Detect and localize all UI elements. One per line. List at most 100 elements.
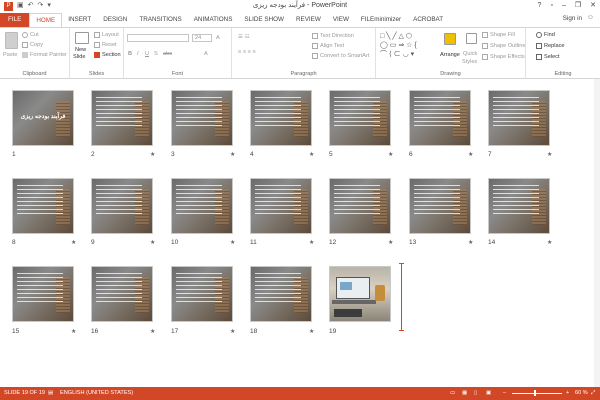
layout-button[interactable]: Layout <box>94 31 119 39</box>
tab-file[interactable]: FILE <box>0 13 30 27</box>
italic-button[interactable]: I <box>137 50 139 58</box>
font-name-field[interactable] <box>127 34 189 42</box>
bullets-icon[interactable]: ☰ ☷ <box>238 33 250 41</box>
slide-thumbnail-2[interactable] <box>91 90 153 146</box>
normal-view-icon[interactable]: ▭ <box>450 390 455 396</box>
spell-check-icon[interactable]: ▤ <box>48 390 53 396</box>
slide-thumbnail-5[interactable] <box>329 90 391 146</box>
tab-fileminimizer[interactable]: FILEminimizer <box>355 13 407 27</box>
font-size-field[interactable]: 24 <box>192 34 212 42</box>
slide-number: 19 <box>329 328 337 335</box>
format-painter-label: Format Painter <box>30 52 67 58</box>
quick-styles-icon[interactable] <box>466 33 477 44</box>
slide-thumbnail-12[interactable] <box>329 178 391 234</box>
zoom-slider-thumb[interactable] <box>534 390 536 396</box>
tab-view[interactable]: VIEW <box>327 13 355 27</box>
slide-show-icon[interactable]: ▣ <box>486 390 491 396</box>
paste-button[interactable]: Paste <box>3 51 17 59</box>
insertion-marker <box>399 263 404 331</box>
convert-smartart-button[interactable]: Convert to SmartArt <box>312 52 369 60</box>
slide-thumbnail-15[interactable] <box>12 266 74 322</box>
slide-text <box>96 185 142 215</box>
slide-sorter[interactable]: فرآیند بودجه ریزی 1 2 ★ 3 ★ 4 ★ 5 ★ 6 ★ … <box>0 79 600 387</box>
slide-thumbnail-11[interactable] <box>250 178 312 234</box>
slide-thumbnail-7[interactable] <box>488 90 550 146</box>
find-button[interactable]: Find <box>536 31 555 39</box>
zoom-level[interactable]: 60 % <box>575 390 588 396</box>
shape-outline-button[interactable]: Shape Outline <box>482 42 525 50</box>
arrange-button[interactable]: Arrange <box>440 51 460 59</box>
slide-thumbnail-4[interactable] <box>250 90 312 146</box>
slide-thumbnail-6[interactable] <box>409 90 471 146</box>
underline-button[interactable]: U <box>145 50 149 58</box>
slide-text <box>176 273 222 303</box>
slide-thumbnail-17[interactable] <box>171 266 233 322</box>
paste-icon[interactable] <box>5 32 18 49</box>
new-slide-icon[interactable] <box>75 32 89 44</box>
copy-button[interactable]: Copy <box>22 41 43 49</box>
zoom-in-button[interactable]: + <box>566 390 569 396</box>
slide-thumbnail-16[interactable] <box>91 266 153 322</box>
shapes-gallery[interactable]: □ ╲ ╱ △ ⬡ ◯ ▭ ⇒ ☆ {⌒ ⟨ ⊂ ◡ ▾ <box>380 32 417 59</box>
font-grow-icon[interactable]: A <box>216 34 220 42</box>
select-button[interactable]: Select <box>536 53 560 61</box>
slide-number: 17 <box>171 328 179 335</box>
quick-styles-button-label2[interactable]: Styles <box>462 58 477 66</box>
zoom-slider-track[interactable] <box>512 393 562 394</box>
slide-thumbnail-9[interactable] <box>91 178 153 234</box>
slide-thumbnail-3[interactable] <box>171 90 233 146</box>
bold-button[interactable]: B <box>128 50 132 58</box>
zoom-out-button[interactable]: – <box>503 390 506 396</box>
strikethrough-button[interactable]: abc <box>163 50 172 58</box>
drawing-label: Drawing <box>440 71 461 77</box>
slide-text <box>414 185 460 215</box>
align-text-button[interactable]: Align Text <box>312 42 344 50</box>
tab-review[interactable]: REVIEW <box>290 13 327 27</box>
slide-thumbnail-14[interactable] <box>488 178 550 234</box>
tab-design[interactable]: DESIGN <box>97 13 133 27</box>
slide-thumbnail-8[interactable] <box>12 178 74 234</box>
vertical-scrollbar[interactable] <box>594 79 600 387</box>
slide-thumbnail-18[interactable] <box>250 266 312 322</box>
align-icons[interactable]: ≡ ≡ ≡ ≡ <box>238 48 256 56</box>
language-indicator[interactable]: ENGLISH (UNITED STATES) <box>60 390 133 396</box>
feedback-smiley-icon[interactable]: ☺ <box>587 14 594 21</box>
font-color-button[interactable]: A <box>204 50 208 58</box>
sign-in-link[interactable]: Sign in <box>563 15 582 22</box>
shape-fill-button[interactable]: Shape Fill <box>482 31 515 39</box>
minimize-button[interactable]: – <box>562 1 566 11</box>
tab-slide-show[interactable]: SLIDE SHOW <box>238 13 290 27</box>
slide-thumbnail-1[interactable]: فرآیند بودجه ریزی <box>12 90 74 146</box>
arrange-icon[interactable] <box>444 33 456 45</box>
tab-transitions[interactable]: TRANSITIONS <box>133 13 187 27</box>
help-button[interactable]: ? <box>538 1 542 11</box>
restore-button[interactable]: ❐ <box>575 1 581 11</box>
transition-star-icon: ★ <box>388 152 394 158</box>
section-button[interactable]: Section <box>94 51 121 59</box>
slide-thumbnail-13[interactable] <box>409 178 471 234</box>
cut-button[interactable]: Cut <box>22 31 39 39</box>
tab-acrobat[interactable]: ACROBAT <box>407 13 449 27</box>
shadow-button[interactable]: S <box>154 50 158 58</box>
fit-to-window-icon[interactable]: ⤢ <box>591 390 595 397</box>
text-direction-button[interactable]: Text Direction <box>312 32 354 40</box>
format-painter-button[interactable]: Format Painter <box>22 51 67 59</box>
shape-effects-button[interactable]: Shape Effects <box>482 53 525 61</box>
slide-thumbnail-10[interactable] <box>171 178 233 234</box>
reading-view-icon[interactable]: ▯ <box>474 390 477 396</box>
quick-styles-button[interactable]: Quick <box>463 50 477 58</box>
tab-animations[interactable]: ANIMATIONS <box>188 13 239 27</box>
replace-button[interactable]: Replace <box>536 42 565 50</box>
tab-home[interactable]: HOME <box>29 13 63 27</box>
reset-button[interactable]: Reset <box>94 41 117 49</box>
ribbon-display-button[interactable]: ▫ <box>550 1 552 11</box>
slide-thumbnail-19[interactable] <box>329 266 391 322</box>
transition-star-icon: ★ <box>468 240 474 246</box>
layout-icon <box>94 31 100 38</box>
new-slide-button-label2[interactable]: Slide <box>73 53 85 61</box>
tab-insert[interactable]: INSERT <box>62 13 97 27</box>
slide-sorter-view-icon[interactable]: ▦ <box>462 390 467 396</box>
layout-label: Layout <box>102 32 119 38</box>
close-button[interactable]: ✕ <box>590 1 596 11</box>
slide-number: 3 <box>171 151 175 158</box>
